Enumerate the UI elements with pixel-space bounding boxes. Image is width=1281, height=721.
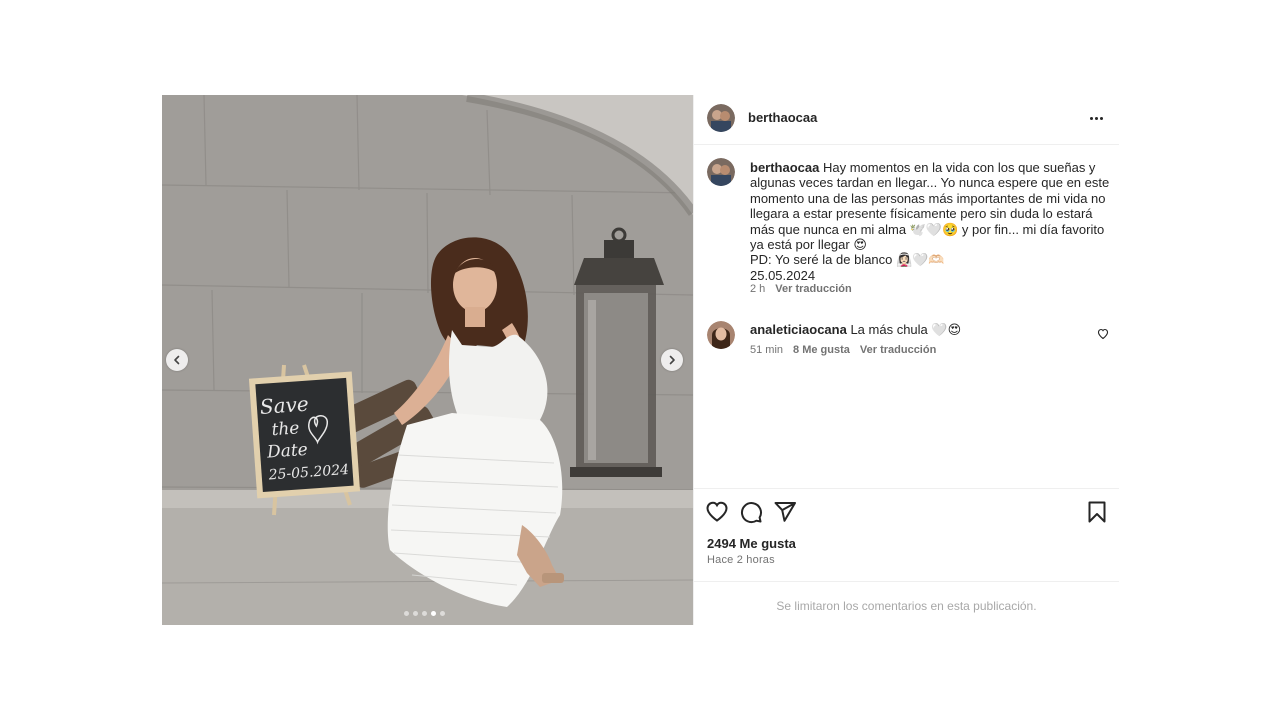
caption-text: berthaocaa Hay momentos en la vida con l… [750, 160, 1110, 283]
comment-username[interactable]: analeticiaocana [750, 322, 847, 337]
comment-translate-link[interactable]: Ver traducción [860, 344, 936, 356]
author-username[interactable]: berthaocaa [748, 110, 817, 125]
carousel-dot-active [431, 611, 436, 616]
post-header: berthaocaa [694, 95, 1119, 145]
heart-icon[interactable] [705, 500, 729, 524]
more-options-icon [1089, 116, 1093, 120]
comment-text: analeticiaocana La más chula 🤍😍 [750, 322, 961, 338]
post-media[interactable]: Save the Date 25-05.2024 [162, 95, 693, 625]
carousel-dot [440, 611, 445, 616]
carousel-dot [404, 611, 409, 616]
commenter-avatar[interactable] [707, 321, 735, 349]
carousel-next-button[interactable] [661, 349, 683, 371]
action-bar [694, 488, 1119, 530]
post-container: Save the Date 25-05.2024 berthaocaa bert… [162, 95, 1119, 625]
bookmark-icon[interactable] [1085, 500, 1109, 524]
caption-avatar[interactable] [707, 158, 735, 186]
chevron-right-icon [669, 355, 675, 365]
profile-photo-icon [707, 158, 735, 186]
author-avatar[interactable] [707, 104, 735, 132]
comments-limited-notice: Se limitaron los comentarios en esta pub… [694, 581, 1119, 625]
caption-translate-link[interactable]: Ver traducción [775, 283, 851, 295]
chalkboard-line-2: the [271, 418, 300, 440]
carousel-indicator [404, 611, 445, 616]
caption-username[interactable]: berthaocaa [750, 160, 819, 175]
caption-meta: 2 h Ver traducción [750, 283, 852, 295]
caption-time[interactable]: 2 h [750, 283, 765, 295]
chalkboard-line-3: Date [265, 440, 308, 463]
carousel-dot [422, 611, 427, 616]
comment-heart-icon[interactable] [1097, 328, 1109, 340]
chevron-left-icon [174, 355, 180, 365]
caption-body: Hay momentos en la vida con los que sueñ… [750, 160, 1110, 283]
post-side-panel: berthaocaa berthaocaa Hay momentos en la… [693, 95, 1119, 625]
post-timestamp[interactable]: Hace 2 horas [707, 554, 775, 566]
comment-time[interactable]: 51 min [750, 344, 783, 356]
comment-meta: 51 min 8 Me gusta Ver traducción [750, 344, 936, 356]
chalkboard-line-1: Save [259, 392, 309, 419]
profile-photo-icon [707, 321, 735, 349]
share-icon[interactable] [773, 500, 797, 524]
carousel-dot [413, 611, 418, 616]
carousel-prev-button[interactable] [166, 349, 188, 371]
more-options-button[interactable] [1084, 108, 1108, 128]
comment-body: La más chula 🤍😍 [850, 322, 962, 337]
profile-photo-icon [707, 104, 735, 132]
comment-likes-link[interactable]: 8 Me gusta [793, 344, 850, 356]
likes-count[interactable]: 2494 Me gusta [707, 536, 796, 551]
comment-item: analeticiaocana La más chula 🤍😍 51 min 8… [694, 317, 1119, 367]
comment-icon[interactable] [739, 500, 763, 524]
post-photo: Save the Date 25-05.2024 [162, 95, 693, 625]
